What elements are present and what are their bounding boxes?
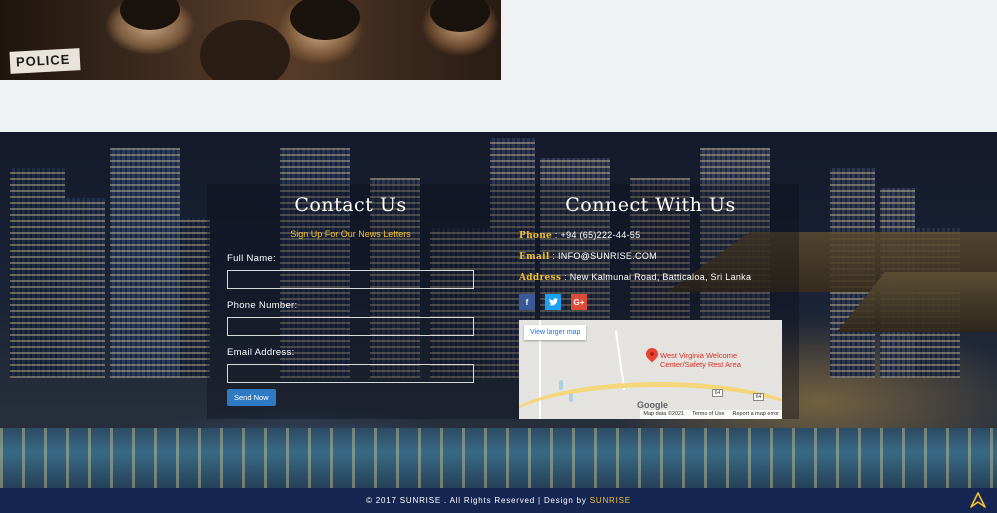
full-name-label: Full Name:	[227, 253, 276, 264]
scroll-to-top-icon[interactable]	[969, 491, 987, 509]
route-shield: 64	[753, 393, 764, 401]
connect-section: Connect With Us Phone : +94 (65)222-44-5…	[519, 194, 782, 419]
phone-key: Phone	[519, 231, 553, 241]
phone-value: : +94 (65)222-44-55	[554, 230, 641, 240]
contact-title: Contact Us	[294, 194, 407, 216]
hero-photo: POLICE	[0, 0, 501, 80]
contact-section-background	[0, 132, 997, 488]
twitter-bird-icon	[548, 298, 558, 306]
report-map-error-link[interactable]: Report a map error	[733, 410, 779, 419]
connect-title: Connect With Us	[565, 194, 736, 216]
phone-number-label: Phone Number:	[227, 300, 298, 311]
route-shield: 64	[712, 389, 723, 397]
view-larger-map-link[interactable]: View larger map	[524, 325, 587, 340]
phone-number-input[interactable]	[227, 317, 474, 336]
address-key: Address	[519, 273, 562, 283]
map-pin-icon[interactable]	[643, 345, 661, 363]
google-logo: Google	[637, 400, 668, 410]
copyright-text: © 2017 SUNRISE . All Rights Reserved | D…	[366, 496, 590, 505]
contact-form: Contact Us Sign Up For Our News Letters …	[227, 194, 474, 406]
email-address-label: Email Address:	[227, 347, 295, 358]
full-name-input[interactable]	[227, 270, 474, 289]
map-place-label[interactable]: West Virginia Welcome Center/Safety Rest…	[660, 351, 760, 369]
terms-of-use-link[interactable]: Terms of Use	[692, 410, 724, 419]
email-address-input[interactable]	[227, 364, 474, 383]
site-footer: © 2017 SUNRISE . All Rights Reserved | D…	[0, 488, 997, 513]
address-row: Address : New Kalmunai Road, Batticaloa,…	[519, 272, 782, 283]
social-links: f G+	[519, 294, 782, 310]
map-data-text: Map data ©2021	[643, 411, 685, 417]
send-now-button[interactable]: Send Now	[227, 389, 276, 406]
facebook-icon[interactable]: f	[519, 294, 535, 310]
police-tag: POLICE	[9, 48, 81, 74]
twitter-icon[interactable]	[545, 294, 561, 310]
address-value: : New Kalmunai Road, Batticaloa, Sri Lan…	[564, 272, 752, 282]
map-attribution: Map data ©2021 Terms of Use Report a map…	[640, 410, 782, 419]
designer-link[interactable]: SUNRISE	[590, 496, 631, 505]
newsletter-subtitle: Sign Up For Our News Letters	[290, 229, 411, 239]
embedded-map[interactable]: 64 64 View larger map West Virginia Welc…	[519, 320, 782, 419]
email-value[interactable]: : INFO@SUNRISE.COM	[552, 251, 657, 261]
email-row: Email : INFO@SUNRISE.COM	[519, 251, 782, 262]
phone-row: Phone : +94 (65)222-44-55	[519, 230, 782, 241]
email-key: Email	[519, 252, 550, 262]
google-plus-icon[interactable]: G+	[571, 294, 587, 310]
